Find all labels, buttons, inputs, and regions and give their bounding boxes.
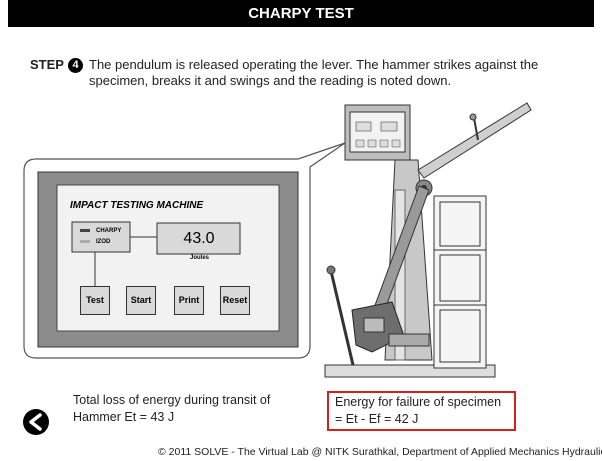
start-button[interactable]: Start [126,286,156,315]
reset-button[interactable]: Reset [220,286,250,315]
mode-charpy-label: CHARPY [96,228,122,234]
back-arrow-icon [29,413,42,431]
total-energy-loss-text: Total loss of energy during transit of H… [73,393,271,424]
energy-unit-label: Joules [190,255,210,261]
release-lever [329,270,355,366]
mode-selector-box [71,221,131,253]
test-button[interactable]: Test [80,286,110,315]
print-button[interactable]: Print [174,286,204,315]
mode-izod-label: IZOD [96,239,111,245]
energy-display-value: 43.0 [183,230,215,247]
panel-title: IMPACT TESTING MACHINE [70,200,204,211]
machine-frame [433,195,487,369]
back-button[interactable] [23,409,49,435]
energy-failure-text: Energy for failure of specimen = Et - Ef… [335,395,502,426]
footer-copyright: © 2011 SOLVE - The Virtual Lab @ NITK Su… [158,446,602,458]
